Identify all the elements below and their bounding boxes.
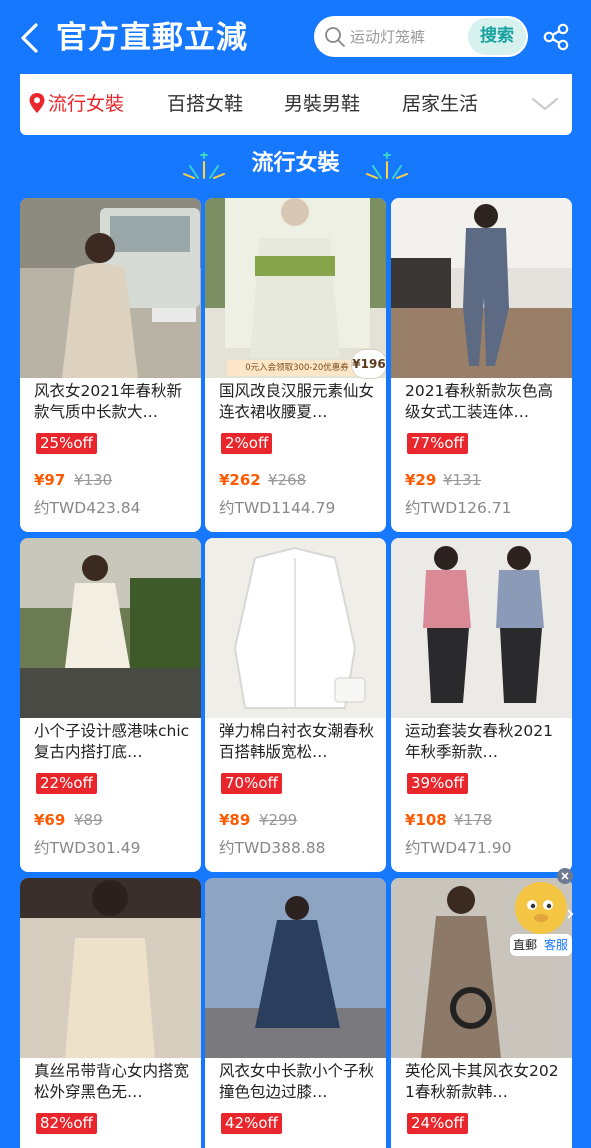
product-title: 弹力棉白衬衣女潮春秋百搭韩版宽松…: [219, 722, 375, 761]
product-card[interactable]: 风衣女中长款小个子秋撞色包边过膝… 42%off: [205, 878, 386, 1148]
search-icon: [325, 27, 345, 47]
tab-women-shoes[interactable]: 百搭女鞋: [167, 74, 243, 135]
location-pin-icon: [29, 93, 45, 113]
twd-price: 约TWD126.71: [405, 499, 512, 517]
section-title: 流行女裝: [251, 151, 340, 176]
close-icon[interactable]: [557, 868, 573, 884]
product-image: [20, 538, 201, 718]
helper-right-label: 客服: [544, 938, 569, 952]
product-card[interactable]: 弹力棉白衬衣女潮春秋百搭韩版宽松… 70%off ¥89 ¥299 约TWD38…: [205, 538, 386, 872]
original-price: ¥89: [74, 811, 103, 829]
product-card[interactable]: 风衣女2021年春秋新款气质中长款大… 25%off ¥97 ¥130 约TWD…: [20, 198, 201, 532]
product-title: 小个子设计感港味chic复古内搭打底…: [34, 722, 190, 761]
current-price: ¥89: [219, 811, 251, 829]
share-icon[interactable]: [542, 22, 570, 52]
current-price: ¥69: [34, 811, 66, 829]
price-bubble: ¥196: [351, 349, 386, 379]
product-title: 运动套装女春秋2021年秋季新款…: [405, 722, 553, 761]
twd-price: 约TWD423.84: [34, 499, 141, 517]
product-image: [205, 538, 386, 718]
product-image: [391, 198, 572, 378]
original-price: ¥130: [74, 471, 113, 489]
chevron-down-icon[interactable]: [530, 94, 560, 114]
original-price: ¥268: [268, 471, 307, 489]
discount-badge: 22%off: [36, 773, 97, 794]
product-title: 英伦风卡其风衣女2021春秋新款韩…: [405, 1062, 559, 1101]
product-card[interactable]: 0元入会领取300-20优惠券 ¥196 国风改良汉服元素仙女连衣裙收腰夏… 2…: [205, 198, 386, 532]
discount-badge: 82%off: [36, 1113, 97, 1134]
customer-service-float[interactable]: 直郵 客服: [510, 880, 576, 956]
current-price: ¥29: [405, 471, 437, 489]
twd-price: 约TWD301.49: [34, 839, 141, 857]
search-button[interactable]: 搜索: [468, 18, 526, 55]
category-tabs: 流行女裝 百搭女鞋 男裝男鞋 居家生活: [20, 74, 572, 135]
twd-price: 约TWD388.88: [219, 839, 326, 857]
product-image: [391, 538, 572, 718]
product-card[interactable]: 小个子设计感港味chic复古内搭打底… 22%off ¥69 ¥89 约TWD3…: [20, 538, 201, 872]
twd-price: 约TWD1144.79: [219, 499, 336, 517]
product-card[interactable]: 2021春秋新款灰色高级女式工装连体… 77%off ¥29 ¥131 约TWD…: [391, 198, 572, 532]
current-price: ¥262: [219, 471, 261, 489]
original-price: ¥299: [259, 811, 298, 829]
discount-badge: 39%off: [407, 773, 468, 794]
page-title: 官方直郵立減: [56, 20, 248, 56]
helper-left-label: 直郵: [513, 938, 538, 952]
section-header: 流行女裝: [0, 140, 591, 190]
product-title: 国风改良汉服元素仙女连衣裙收腰夏…: [219, 382, 375, 421]
search-input[interactable]: [350, 16, 472, 57]
product-image: [20, 878, 201, 1058]
back-arrow-icon[interactable]: [14, 20, 46, 56]
discount-badge: 70%off: [221, 773, 282, 794]
current-price: ¥108: [405, 811, 447, 829]
tab-home-living[interactable]: 居家生活: [402, 74, 478, 135]
discount-badge: 2%off: [221, 433, 273, 454]
tab-fashion-women[interactable]: 流行女裝: [48, 74, 124, 135]
product-title: 真丝吊带背心女内搭宽松外穿黑色无…: [34, 1062, 190, 1101]
product-card[interactable]: 运动套装女春秋2021年秋季新款… 39%off ¥108 ¥178 约TWD4…: [391, 538, 572, 872]
product-image: [205, 878, 386, 1058]
original-price: ¥178: [454, 811, 493, 829]
discount-badge: 25%off: [36, 433, 97, 454]
product-card[interactable]: 真丝吊带背心女内搭宽松外穿黑色无… 82%off: [20, 878, 201, 1148]
product-title: 风衣女2021年春秋新款气质中长款大…: [34, 382, 182, 421]
current-price: ¥97: [34, 471, 66, 489]
discount-badge: 42%off: [221, 1113, 282, 1134]
product-image: [20, 198, 201, 378]
tab-men-clothing[interactable]: 男裝男鞋: [284, 74, 360, 135]
original-price: ¥131: [443, 471, 482, 489]
top-bar: 官方直郵立減 搜索: [0, 0, 591, 74]
product-title: 风衣女中长款小个子秋撞色包边过膝…: [219, 1062, 375, 1101]
promo-banner: 0元入会领取300-20优惠券: [245, 363, 349, 373]
discount-badge: 77%off: [407, 433, 468, 454]
discount-badge: 24%off: [407, 1113, 468, 1134]
twd-price: 约TWD471.90: [405, 839, 512, 857]
product-title: 2021春秋新款灰色高级女式工装连体…: [405, 382, 553, 421]
firework-right-icon: [366, 152, 408, 179]
search-bar[interactable]: 搜索: [314, 16, 528, 57]
